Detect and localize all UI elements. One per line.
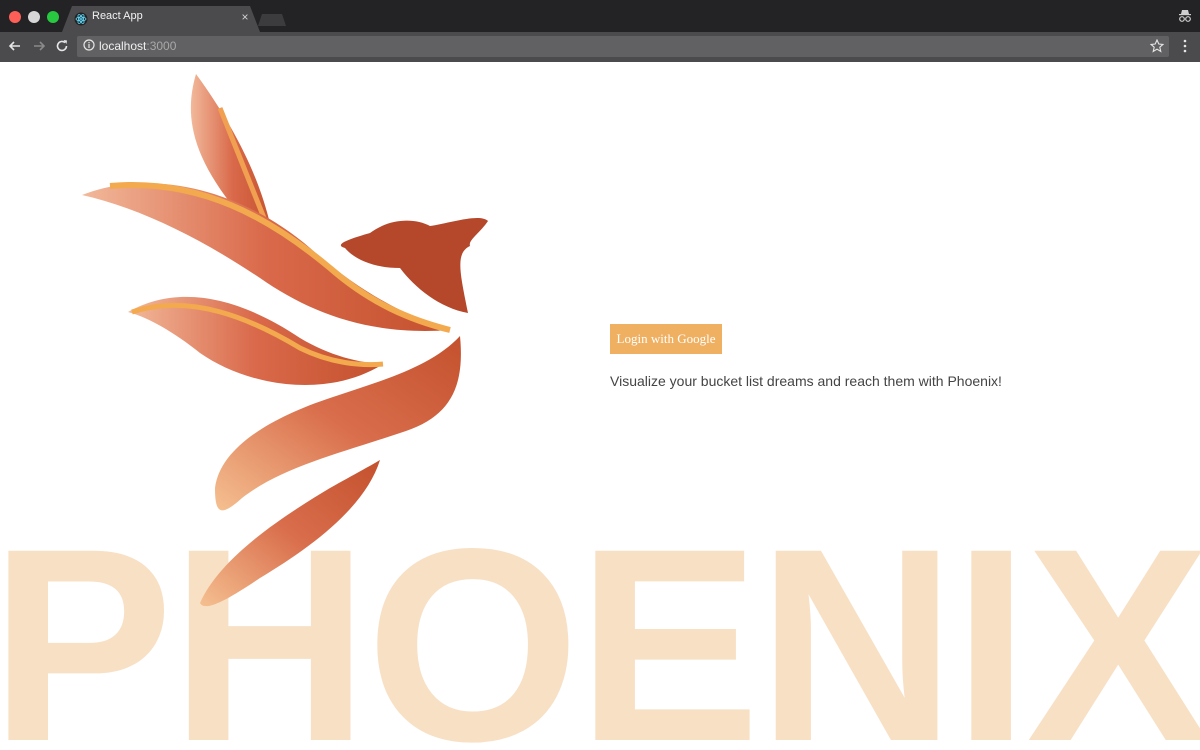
- page-content: PHOENIX Login with Google Visualize your…: [0, 62, 1200, 750]
- url-port: :3000: [146, 39, 177, 53]
- react-icon: [74, 12, 88, 26]
- close-window-button[interactable]: [9, 11, 21, 23]
- maximize-window-button[interactable]: [47, 11, 59, 23]
- login-with-google-button[interactable]: Login with Google: [610, 324, 722, 354]
- new-tab-button[interactable]: [258, 14, 286, 26]
- minimize-window-button[interactable]: [28, 11, 40, 23]
- incognito-icon: [1179, 10, 1191, 22]
- menu-icon[interactable]: [1181, 39, 1189, 53]
- url-text[interactable]: localhost:3000: [99, 39, 176, 53]
- tab-title: React App: [92, 10, 143, 22]
- phoenix-logo: [82, 74, 488, 607]
- back-icon[interactable]: [7, 38, 23, 54]
- forward-icon[interactable]: [31, 38, 47, 54]
- reload-icon[interactable]: [54, 38, 70, 54]
- info-icon[interactable]: [83, 39, 95, 51]
- close-tab-icon[interactable]: ×: [239, 11, 251, 23]
- tagline: Visualize your bucket list dreams and re…: [610, 373, 1002, 389]
- address-bar[interactable]: [77, 36, 1169, 57]
- star-icon[interactable]: [1150, 39, 1164, 53]
- url-host: localhost: [99, 39, 147, 53]
- browser-tab-bar: React App ×: [0, 0, 1200, 32]
